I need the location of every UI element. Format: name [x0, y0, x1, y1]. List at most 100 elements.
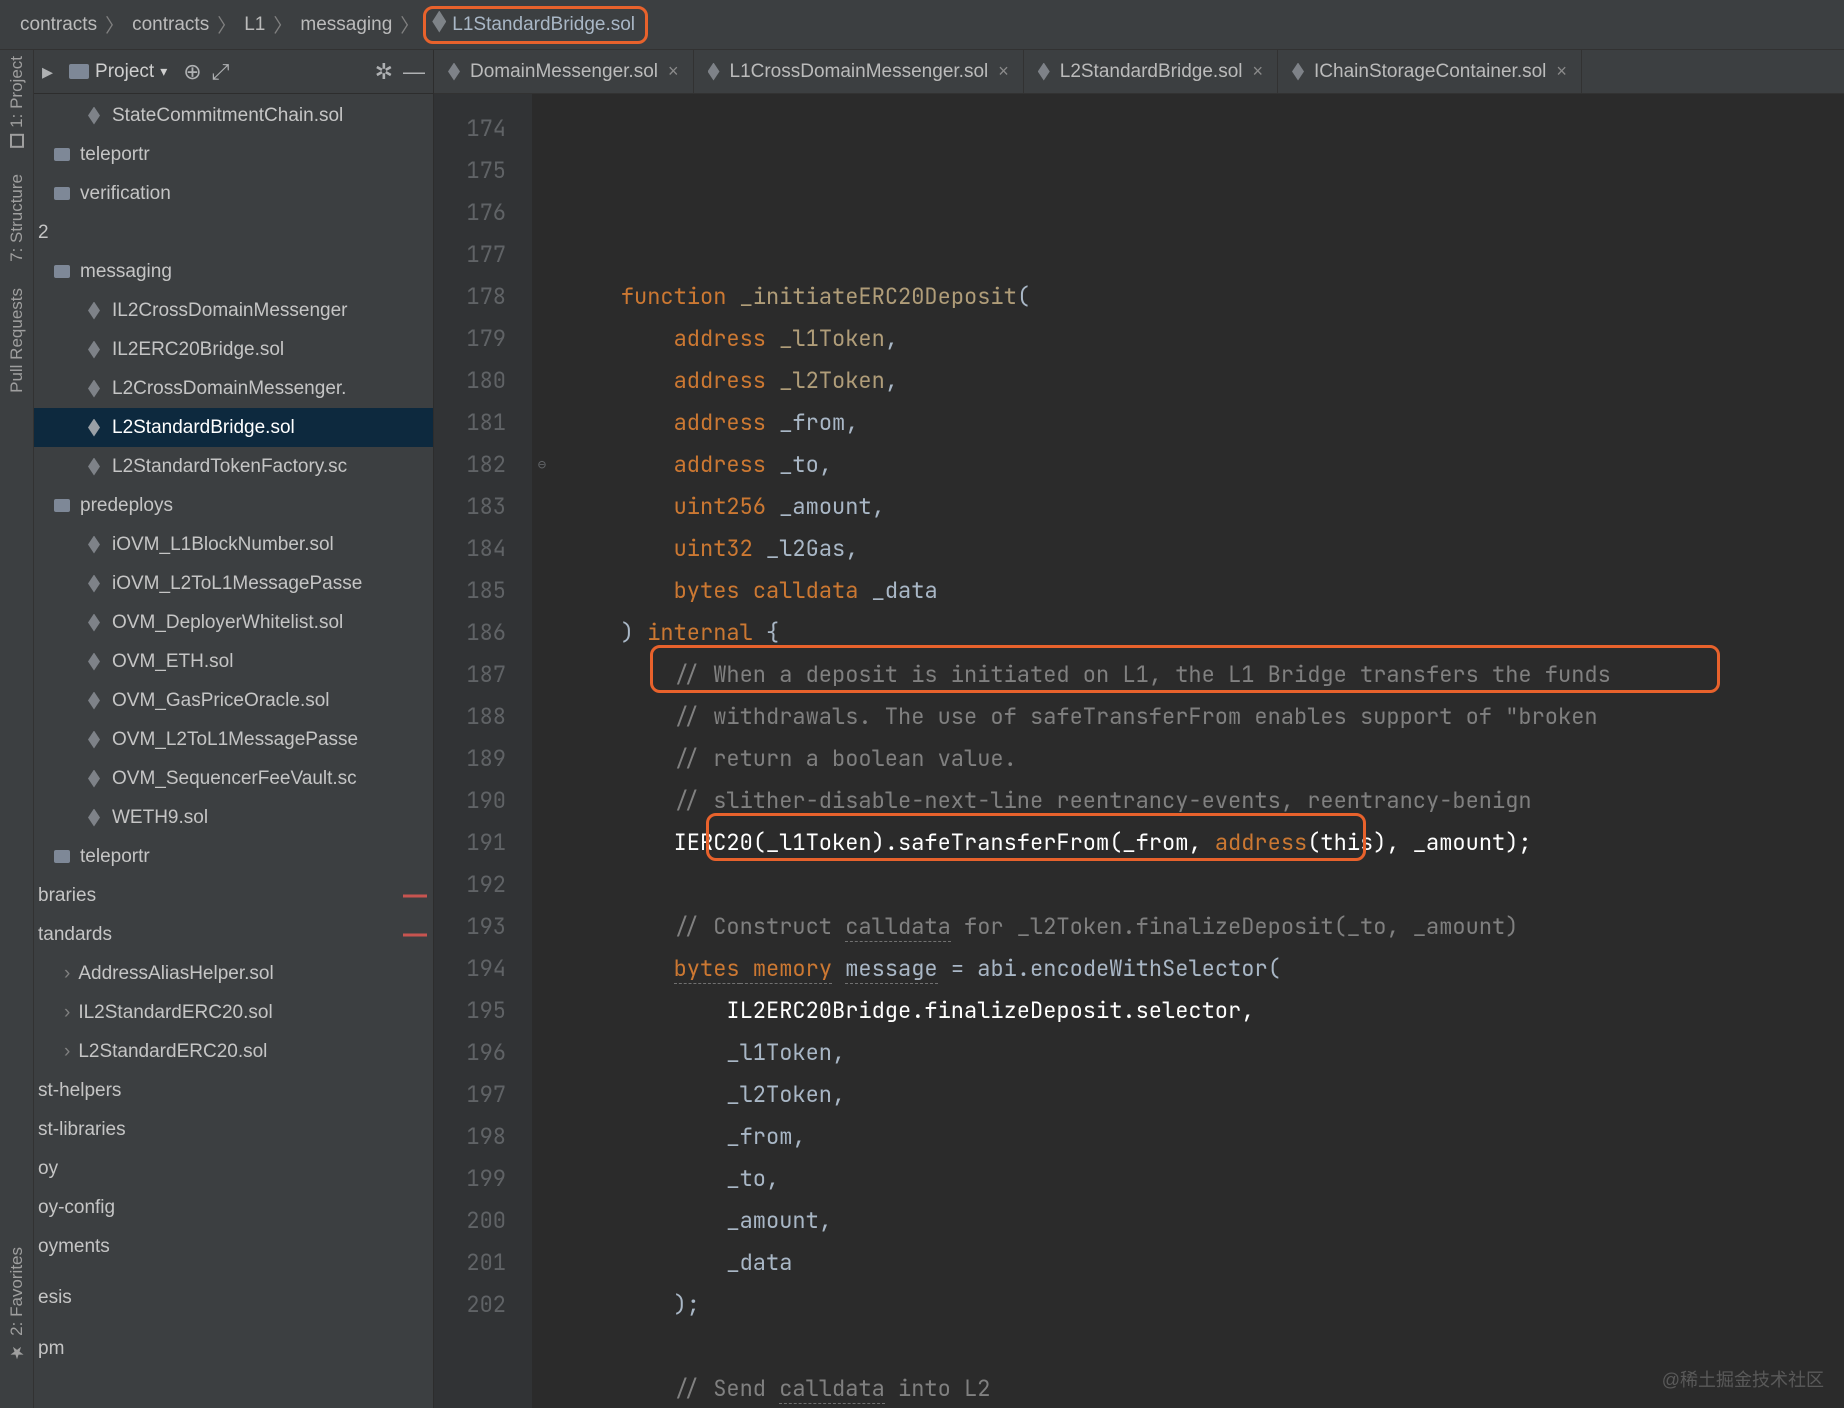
tree-row[interactable]: predeploys	[34, 486, 433, 525]
code-line[interactable]: address _from,	[568, 402, 1844, 444]
tree-label: OVM_DeployerWhitelist.sol	[112, 612, 343, 634]
code-line[interactable]: bytes memory message = abi.encodeWithSel…	[568, 948, 1844, 990]
tree-row[interactable]: iOVM_L2ToL1MessagePasse	[34, 564, 433, 603]
editor-tab[interactable]: L1CrossDomainMessenger.sol×	[694, 50, 1024, 93]
code-line[interactable]: _amount,	[568, 1200, 1844, 1242]
code-line[interactable]: // slither-disable-next-line reentrancy-…	[568, 780, 1844, 822]
tree-row[interactable]: oyments	[34, 1227, 433, 1266]
code-line[interactable]: IL2ERC20Bridge.finalizeDeposit.selector,	[568, 990, 1844, 1032]
tree-row[interactable]: 2	[34, 213, 433, 252]
tree-row[interactable]: OVM_L2ToL1MessagePasse	[34, 720, 433, 759]
tree-row[interactable]: ›IL2StandardERC20.sol	[34, 993, 433, 1032]
tree-row[interactable]: WETH9.sol	[34, 798, 433, 837]
hide-icon[interactable]: —	[403, 61, 425, 83]
tree-row[interactable]: oy-config	[34, 1188, 433, 1227]
close-icon[interactable]: ×	[1253, 61, 1264, 82]
code-line[interactable]: );	[568, 1284, 1844, 1326]
code-area[interactable]: function _initiateERC20Deposit( address …	[552, 94, 1844, 1408]
code-line[interactable]	[568, 864, 1844, 906]
tree-row[interactable]: OVM_DeployerWhitelist.sol	[34, 603, 433, 642]
rail-project[interactable]: 1: Project	[7, 56, 27, 148]
close-icon[interactable]: ×	[998, 61, 1009, 82]
tree-row[interactable]: pm	[34, 1329, 433, 1368]
code-line[interactable]: uint32 _l2Gas,	[568, 528, 1844, 570]
tree-row[interactable]: oy	[34, 1149, 433, 1188]
code-line[interactable]: // return a boolean value.	[568, 738, 1844, 780]
crumb-3[interactable]: messaging	[292, 14, 400, 36]
tree-row[interactable]: verification	[34, 174, 433, 213]
tree-row[interactable]	[34, 1317, 433, 1329]
ethereum-icon	[86, 381, 102, 397]
tree-row[interactable]: L2StandardTokenFactory.sc	[34, 447, 433, 486]
star-icon	[7, 1342, 27, 1362]
collapse-icon[interactable]: ▸	[42, 61, 53, 83]
tree-row[interactable]: messaging	[34, 252, 433, 291]
rail-pull-requests[interactable]: Pull Requests	[7, 288, 27, 393]
code-line[interactable]: // When a deposit is initiated on L1, th…	[568, 654, 1844, 696]
code-line[interactable]: _data	[568, 1242, 1844, 1284]
ethereum-icon	[448, 63, 460, 81]
crumb-0[interactable]: contracts	[12, 14, 105, 36]
project-dropdown[interactable]: Project ▾	[63, 59, 173, 85]
tree-row[interactable]: L2CrossDomainMessenger.	[34, 369, 433, 408]
tree-row[interactable]: ›AddressAliasHelper.sol	[34, 954, 433, 993]
code-line[interactable]: uint256 _amount,	[568, 486, 1844, 528]
tree-row[interactable]: L2StandardBridge.sol	[34, 408, 433, 447]
crumb-1[interactable]: contracts	[124, 14, 217, 36]
code-line[interactable]	[568, 1326, 1844, 1368]
code-line[interactable]: // Send calldata into L2	[568, 1368, 1844, 1408]
code-line[interactable]: address _l1Token,	[568, 318, 1844, 360]
code-line[interactable]: _to,	[568, 1158, 1844, 1200]
tree-row[interactable]: tandards	[34, 915, 433, 954]
tree-row[interactable]: st-libraries	[34, 1110, 433, 1149]
tree-row[interactable]: StateCommitmentChain.sol	[34, 96, 433, 135]
folder-icon	[54, 498, 70, 514]
chevron-right-icon: 〉	[217, 11, 236, 38]
line-gutter: 1741751761771781791801811821831841851861…	[434, 94, 532, 1408]
code-line[interactable]: // Construct calldata for _l2Token.final…	[568, 906, 1844, 948]
code-line[interactable]: address _to,	[568, 444, 1844, 486]
fold-strip[interactable]: ⊖	[532, 94, 552, 1408]
file-tree[interactable]: StateCommitmentChain.solteleportrverific…	[34, 94, 433, 1408]
tree-row[interactable]: IL2CrossDomainMessenger	[34, 291, 433, 330]
code-line[interactable]: bytes calldata _data	[568, 570, 1844, 612]
code-line[interactable]: // withdrawals. The use of safeTransferF…	[568, 696, 1844, 738]
rail-favorites[interactable]: 2: Favorites	[7, 1247, 27, 1362]
tree-label: StateCommitmentChain.sol	[112, 105, 343, 127]
ethereum-icon	[86, 615, 102, 631]
tree-row[interactable]: braries	[34, 876, 433, 915]
editor-tab[interactable]: DomainMessenger.sol×	[434, 50, 694, 93]
code-line[interactable]: _l1Token,	[568, 1032, 1844, 1074]
error-mark-icon	[403, 933, 427, 936]
code-line[interactable]: IERC20(_l1Token).safeTransferFrom(_from,…	[568, 822, 1844, 864]
tree-row[interactable]: OVM_GasPriceOracle.sol	[34, 681, 433, 720]
tree-row[interactable]: teleportr	[34, 837, 433, 876]
code-line[interactable]: _from,	[568, 1116, 1844, 1158]
tree-row[interactable]: OVM_ETH.sol	[34, 642, 433, 681]
close-icon[interactable]: ×	[668, 61, 679, 82]
code-line[interactable]: address _l2Token,	[568, 360, 1844, 402]
tree-row[interactable]: IL2ERC20Bridge.sol	[34, 330, 433, 369]
editor-tab[interactable]: L2StandardBridge.sol×	[1024, 50, 1278, 93]
expand-icon[interactable]: ⤢	[212, 61, 230, 83]
code-line[interactable]: _l2Token,	[568, 1074, 1844, 1116]
locate-icon[interactable]: ⊕	[183, 61, 201, 83]
ethereum-icon	[86, 732, 102, 748]
code-line[interactable]: ) internal {	[568, 612, 1844, 654]
tree-row[interactable]: teleportr	[34, 135, 433, 174]
tree-row[interactable]: iOVM_L1BlockNumber.sol	[34, 525, 433, 564]
tree-row[interactable]: st-helpers	[34, 1071, 433, 1110]
tree-row[interactable]: esis	[34, 1278, 433, 1317]
gear-icon[interactable]: ✲	[375, 61, 393, 83]
crumb-2[interactable]: L1	[236, 14, 273, 36]
ethereum-icon	[432, 11, 446, 33]
tree-row[interactable]: OVM_SequencerFeeVault.sc	[34, 759, 433, 798]
tree-label: OVM_L2ToL1MessagePasse	[112, 729, 358, 751]
crumb-4-highlighted[interactable]: L1StandardBridge.sol	[423, 6, 648, 44]
tree-row[interactable]	[34, 1266, 433, 1278]
tree-row[interactable]: ›L2StandardERC20.sol	[34, 1032, 433, 1071]
close-icon[interactable]: ×	[1556, 61, 1567, 82]
editor-tab[interactable]: IChainStorageContainer.sol×	[1278, 50, 1582, 93]
rail-structure[interactable]: 7: Structure	[7, 174, 27, 262]
code-line[interactable]: function _initiateERC20Deposit(	[568, 276, 1844, 318]
